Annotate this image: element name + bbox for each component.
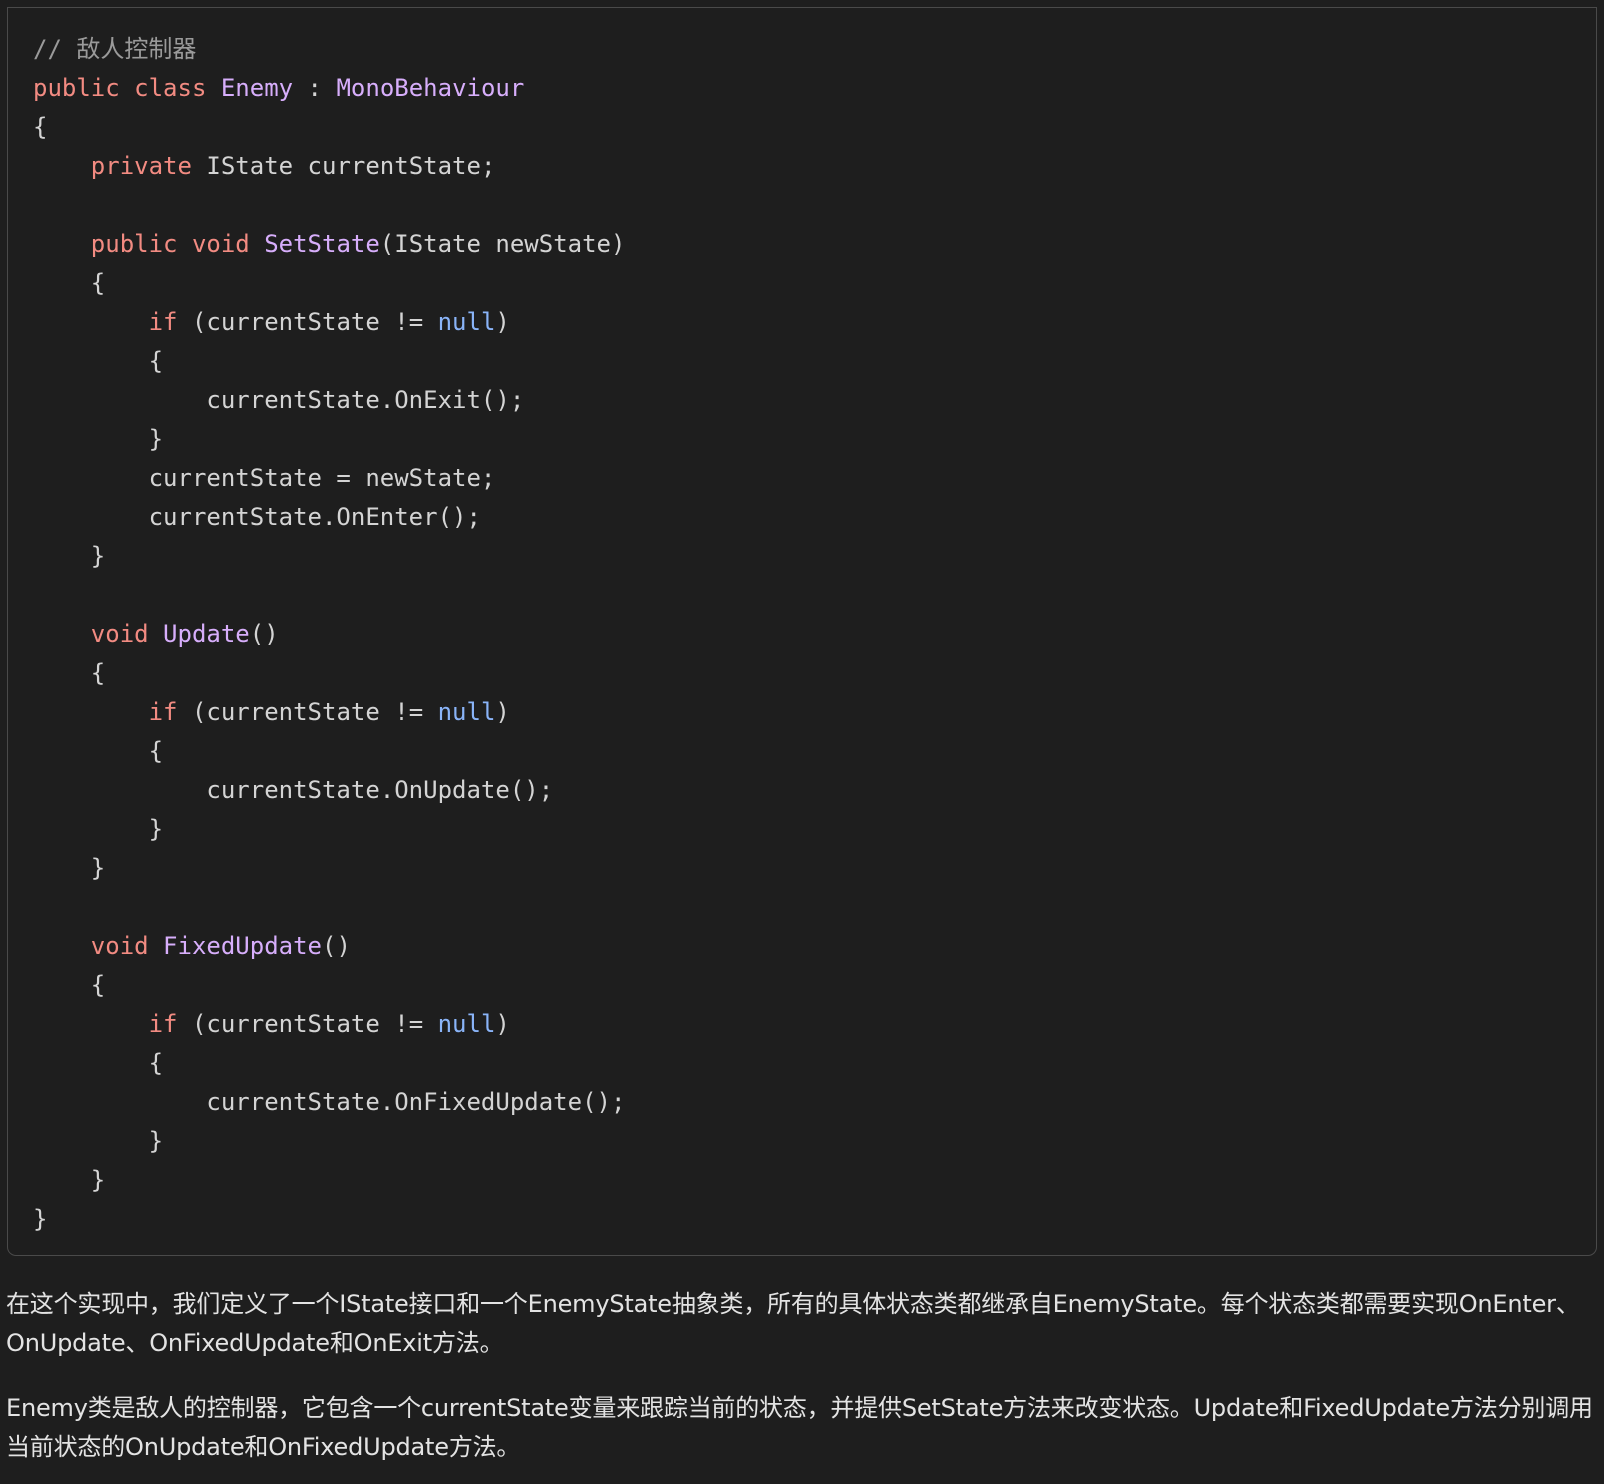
code-line: if (currentState != null) — [33, 693, 625, 732]
code-line: } — [33, 1122, 625, 1161]
code-token-plain: ) — [495, 308, 510, 336]
code-line: // 敌人控制器 — [33, 30, 625, 69]
code-token-plain: currentState.OnExit(); — [33, 386, 525, 414]
code-token-plain: { — [33, 347, 164, 375]
code-line: { — [33, 966, 625, 1005]
code-token-literal: null — [437, 698, 496, 726]
code-block: // 敌人控制器 public class Enemy : MonoBehavio… — [7, 8, 1597, 1256]
code-token-plain: { — [33, 971, 106, 999]
code-token-plain: IState currentState; — [191, 152, 496, 180]
code-line: { — [33, 342, 625, 381]
code-token-keyword: if — [148, 308, 178, 336]
code-token-keyword: void — [90, 620, 149, 648]
code-line: { — [33, 732, 625, 771]
code-token-plain: (currentState != — [177, 1010, 438, 1038]
code-line: currentState = newState; — [33, 459, 625, 498]
code-line: currentState.OnUpdate(); — [33, 771, 625, 810]
code-token-keyword: public — [33, 74, 120, 102]
code-line: } — [33, 1161, 625, 1200]
code-token-plain: (currentState != — [177, 308, 438, 336]
code-token-plain: currentState.OnFixedUpdate(); — [33, 1088, 626, 1116]
code-line: if (currentState != null) — [33, 303, 625, 342]
code-token-type: Enemy — [220, 74, 294, 102]
code-line: { — [33, 654, 625, 693]
code-token-plain: currentState.OnEnter(); — [33, 503, 481, 531]
code-line: } — [33, 1200, 625, 1239]
code-token-plain: : — [293, 74, 337, 102]
code-token-plain: { — [33, 659, 106, 687]
code-token-keyword: if — [148, 698, 178, 726]
code-line: { — [33, 1044, 625, 1083]
code-token-keyword: public — [90, 230, 178, 258]
code-token-plain: } — [33, 1127, 164, 1155]
code-line: if (currentState != null) — [33, 1005, 625, 1044]
code-token-plain: { — [33, 113, 48, 141]
code-token-func: FixedUpdate — [163, 932, 322, 960]
code-line: } — [33, 537, 625, 576]
code-token-plain: } — [33, 1166, 106, 1194]
code-line: public void SetState(IState newState) — [33, 225, 626, 264]
code-line: private IState currentState; — [33, 147, 625, 186]
code-token-keyword: void — [191, 230, 250, 258]
code-token-plain: } — [33, 425, 164, 453]
code-token-literal: null — [437, 1010, 496, 1038]
code-line: } — [33, 849, 625, 888]
code-line: { — [33, 108, 625, 147]
code-line: { — [33, 264, 625, 303]
code-token-plain: } — [33, 854, 106, 882]
code-line: } — [33, 420, 625, 459]
code-line: void FixedUpdate() — [33, 927, 625, 966]
code-token-func: Update — [163, 620, 250, 648]
code-token-plain: currentState.OnUpdate(); — [33, 776, 554, 804]
code-token-plain: } — [33, 815, 164, 843]
code-token-plain: (IState newState) — [379, 230, 626, 258]
code-token-plain: { — [33, 737, 164, 765]
code-lines: // 敌人控制器 public class Enemy : MonoBehavio… — [33, 30, 625, 1239]
code-token-comment: // 敌人控制器 — [33, 35, 197, 63]
code-token-keyword: private — [90, 152, 192, 180]
code-token-literal: null — [437, 308, 496, 336]
code-token-plain: () — [322, 932, 351, 960]
code-line: currentState.OnFixedUpdate(); — [33, 1083, 625, 1122]
explanation-paragraph-1: 在这个实现中，我们定义了一个IState接口和一个EnemyState抽象类，所… — [6, 1290, 1580, 1357]
code-token-type: MonoBehaviour — [336, 74, 525, 102]
code-token-plain: { — [33, 269, 106, 297]
code-line: currentState.OnEnter(); — [33, 498, 625, 537]
code-token-plain: ) — [495, 1010, 510, 1038]
code-line: } — [33, 810, 625, 849]
code-token-plain: (currentState != — [177, 698, 438, 726]
code-token-keyword: void — [90, 932, 149, 960]
code-token-func: SetState — [264, 230, 380, 258]
code-token-keyword: if — [148, 1010, 178, 1038]
code-token-plain: currentState = newState; — [33, 464, 496, 492]
code-line: void Update() — [33, 615, 625, 654]
explanation-paragraph-2: Enemy类是敌人的控制器，它包含一个currentState变量来跟踪当前的状… — [6, 1394, 1593, 1461]
code-line: public class Enemy : MonoBehaviour — [33, 69, 625, 108]
code-line: currentState.OnExit(); — [33, 381, 625, 420]
code-token-keyword: class — [134, 74, 207, 102]
code-token-plain: } — [33, 1205, 48, 1233]
code-token-plain: { — [33, 1049, 164, 1077]
code-token-plain: () — [249, 620, 279, 648]
code-token-plain: } — [33, 542, 106, 570]
code-token-plain: ) — [495, 698, 510, 726]
